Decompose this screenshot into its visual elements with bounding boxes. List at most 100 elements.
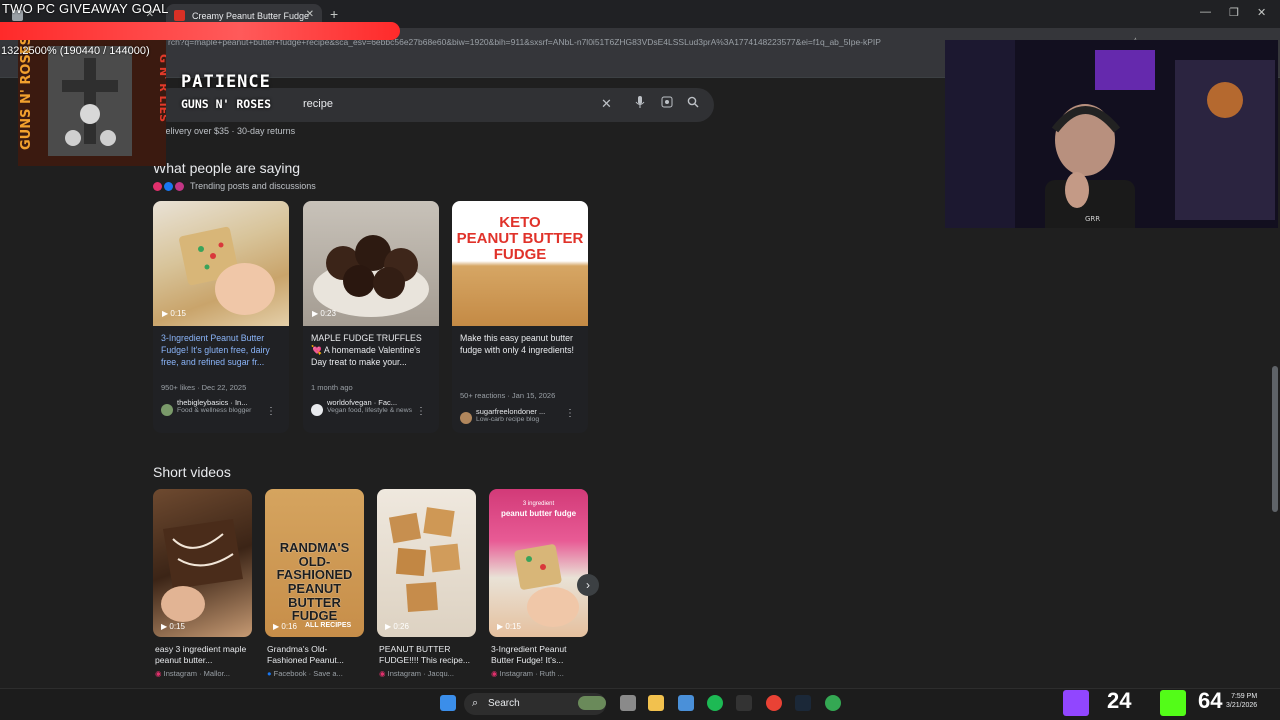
notepad-icon[interactable]: [678, 695, 694, 711]
camera-lens-icon[interactable]: [661, 96, 673, 111]
video-source: ◉ Instagram · Ruth ...: [491, 669, 593, 678]
tab-label: Creamy Peanut Butter Fudge: [192, 11, 310, 21]
task-view-icon[interactable]: [620, 695, 636, 711]
search-query-text: recipe: [303, 98, 333, 110]
search-icon[interactable]: [687, 96, 699, 111]
more-options-icon[interactable]: ⋮: [266, 406, 276, 417]
tab-close-icon[interactable]: ✕: [306, 9, 314, 20]
author-name: worldofvegan · Fac...: [327, 398, 398, 407]
close-window-icon[interactable]: ✕: [1257, 6, 1266, 19]
hud-icon[interactable]: [736, 695, 752, 711]
video-thumbnail[interactable]: RANDMA'S OLD-FASHIONED PEANUT BUTTER FUD…: [265, 489, 364, 637]
post-caption[interactable]: 3-Ingredient Peanut Butter Fudge! It's g…: [161, 333, 283, 368]
webcam-shirt-text: GRR: [1085, 215, 1100, 223]
source-text: Instagram · Mallor...: [163, 669, 230, 678]
clock-time: 7:59 PM: [1231, 693, 1258, 700]
video-duration: ▶ 0:16: [273, 622, 297, 631]
video-caption[interactable]: easy 3 ingredient maple peanut butter...: [155, 644, 254, 667]
author-avatar: [311, 404, 323, 416]
goal-progress-bar: [0, 22, 400, 40]
author-name: thebigleybasics · In...: [177, 398, 248, 407]
post-card[interactable]: ▶ 0:15 3-Ingredient Peanut Butter Fudge!…: [153, 201, 289, 433]
chrome-alt-icon[interactable]: [825, 695, 841, 711]
video-duration: ▶ 0:26: [385, 622, 409, 631]
post-author[interactable]: thebigleybasics · In... Food & wellness b…: [177, 398, 269, 415]
author-name: sugarfreelondoner ...: [476, 407, 546, 416]
more-options-icon[interactable]: ⋮: [565, 408, 575, 419]
twitch-icon: [1063, 690, 1089, 716]
video-caption[interactable]: Grandma's Old-Fashioned Peanut...: [267, 644, 366, 667]
album-side-text: G N' R LIES: [157, 54, 166, 122]
clock-date: 3/21/2026: [1226, 702, 1258, 710]
instagram-icon: ◉: [155, 669, 162, 678]
video-thumbnail[interactable]: 3 ingredient peanut butter fudge ▶ 0:15: [489, 489, 588, 637]
thumbnail-small-text: ALL RECIPES: [305, 622, 352, 629]
post-card[interactable]: ▶ 0:23 MAPLE FUDGE TRUFFLES 💘 A homemade…: [303, 201, 439, 433]
thumbnail-title: KETO PEANUT BUTTER FUDGE: [452, 215, 588, 262]
thumbnail-title-line: FUDGE: [493, 245, 547, 263]
video-thumbnail[interactable]: ▶ 0:15: [153, 489, 252, 637]
video-caption[interactable]: PEANUT BUTTER FUDGE!!!! This recipe...: [379, 644, 478, 667]
video-duration: ▶ 0:23: [312, 309, 336, 318]
post-caption[interactable]: MAPLE FUDGE TRUFFLES 💘 A homemade Valent…: [311, 333, 433, 368]
instagram-icon: ◉: [379, 669, 386, 678]
thumbnail-title: RANDMA'S OLD-FASHIONED PEANUT BUTTER FUD…: [276, 540, 353, 624]
post-meta: 1 month ago: [311, 383, 353, 392]
goal-progress-text: 132.2500% (190440 / 144000): [1, 45, 150, 57]
post-caption[interactable]: Make this easy peanut butter fudge with …: [460, 333, 582, 357]
thumbnail-title-line: KETO: [499, 214, 541, 231]
duration-text: 0:15: [505, 622, 521, 631]
instagram-icon: ◉: [491, 669, 498, 678]
author-description: Low-carb recipe blog: [476, 416, 540, 423]
maximize-icon[interactable]: ❐: [1229, 6, 1239, 19]
video-source: ● Facebook · Save a...: [267, 669, 369, 678]
microphone-icon[interactable]: [635, 96, 645, 112]
trending-subtitle: Trending posts and discussions: [153, 181, 316, 191]
goal-title: TWO PC GIVEAWAY GOAL: [2, 1, 169, 16]
source-text: Facebook · Save a...: [273, 669, 343, 678]
thumbnail-title-line: PEANUT BUTTER: [456, 229, 584, 247]
clear-search-icon[interactable]: ✕: [601, 96, 612, 112]
more-options-icon[interactable]: ⋮: [416, 406, 426, 417]
taskbar-search-label: Search: [488, 698, 520, 709]
thumbnail-small-text: 3 ingredient: [522, 501, 555, 507]
thumbnail-title: peanut butter fudge: [500, 509, 577, 518]
file-explorer-icon[interactable]: [648, 695, 664, 711]
post-author[interactable]: worldofvegan · Fac... Vegan food, lifesty…: [327, 398, 419, 415]
post-thumbnail[interactable]: ▶ 0:23: [303, 201, 439, 326]
video-duration: ▶ 0:15: [162, 309, 186, 318]
source-text: Instagram · Jacqu...: [387, 669, 454, 678]
spotify-icon[interactable]: [707, 695, 723, 711]
album-art: GUNS N' ROSES G N' R LIES: [18, 40, 166, 166]
duration-text: 0:15: [170, 309, 186, 318]
scrollbar-thumb[interactable]: [1272, 366, 1278, 512]
video-source: ◉ Instagram · Mallor...: [155, 669, 257, 678]
video-caption[interactable]: 3-Ingredient Peanut Butter Fudge! It's..…: [491, 644, 590, 667]
system-clock[interactable]: 7:59 PM 3/21/2026: [1226, 692, 1257, 710]
minimize-icon[interactable]: —: [1200, 6, 1211, 18]
duration-text: 0:26: [393, 622, 409, 631]
post-author[interactable]: sugarfreelondoner ... Low-carb recipe blo…: [476, 407, 568, 424]
now-playing-artist: GUNS N' ROSES: [181, 97, 272, 111]
post-thumbnail[interactable]: ▶ 0:15: [153, 201, 289, 326]
trending-subtitle-text: Trending posts and discussions: [190, 181, 316, 191]
instagram-icon: [175, 181, 184, 191]
windows-start-icon[interactable]: [440, 695, 456, 711]
chrome-icon[interactable]: [766, 695, 782, 711]
new-tab-icon[interactable]: +: [330, 6, 338, 22]
video-thumbnail[interactable]: ▶ 0:26: [377, 489, 476, 637]
widget-icon[interactable]: [578, 696, 606, 710]
kick-counter: 64: [1198, 688, 1223, 713]
twitch-counter: 24: [1107, 688, 1132, 713]
author-description: Food & wellness blogger: [177, 407, 252, 414]
post-thumbnail[interactable]: KETO PEANUT BUTTER FUDGE: [452, 201, 588, 326]
video-duration: ▶ 0:15: [161, 622, 185, 631]
steam-icon[interactable]: [795, 695, 811, 711]
next-arrow-icon[interactable]: ›: [577, 574, 599, 596]
author-avatar: [161, 404, 173, 416]
post-card[interactable]: KETO PEANUT BUTTER FUDGE Make this easy …: [452, 201, 588, 433]
duration-text: 0:15: [169, 622, 185, 631]
duration-text: 0:23: [320, 309, 336, 318]
author-avatar: [460, 412, 472, 424]
search-icon: ⌕: [472, 697, 479, 709]
